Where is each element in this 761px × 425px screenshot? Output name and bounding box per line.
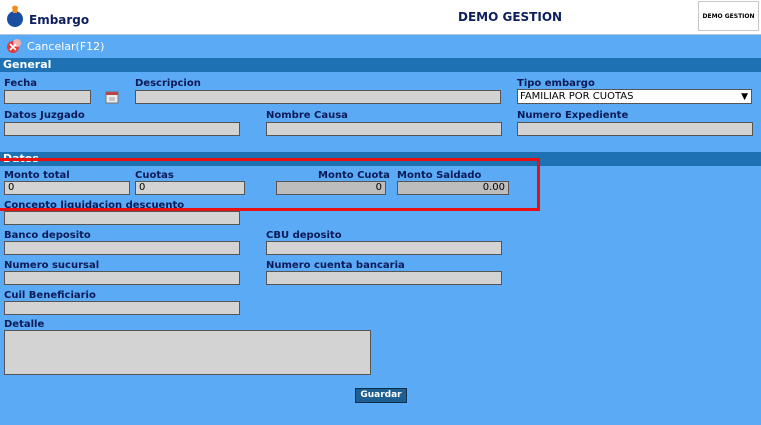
cuil-beneficiario-input[interactable] (4, 301, 240, 315)
fecha-input[interactable] (4, 90, 91, 104)
numero-cuenta-label: Numero cuenta bancaria (266, 260, 405, 271)
tipo-embargo-label: Tipo embargo (517, 78, 595, 89)
cbu-deposito-input[interactable] (266, 241, 502, 255)
highlight-box (0, 158, 540, 211)
section-general-header: General (0, 58, 761, 72)
app-logo-icon (7, 5, 23, 27)
descripcion-label: Descripcion (135, 78, 201, 89)
cancel-button[interactable]: Cancelar(F12) (27, 40, 104, 53)
descripcion-input[interactable] (135, 90, 501, 104)
action-bar: Cancelar(F12) (0, 35, 761, 57)
numero-expediente-label: Numero Expediente (517, 110, 629, 121)
concepto-input[interactable] (4, 211, 240, 225)
numero-sucursal-label: Numero sucursal (4, 260, 100, 271)
numero-sucursal-input[interactable] (4, 271, 240, 285)
banco-deposito-input[interactable] (4, 241, 240, 255)
nombre-causa-label: Nombre Causa (266, 110, 348, 121)
tipo-embargo-select[interactable]: FAMILIAR POR CUOTAS ▼ (517, 89, 752, 104)
datos-juzgado-input[interactable] (4, 122, 240, 136)
tipo-embargo-value: FAMILIAR POR CUOTAS (520, 91, 634, 102)
detalle-label: Detalle (4, 319, 45, 330)
top-bar: Embargo DEMO GESTION DEMO GESTION (0, 0, 761, 35)
page-title: DEMO GESTION (458, 10, 563, 24)
chevron-down-icon: ▼ (741, 92, 748, 102)
calendar-icon[interactable] (104, 89, 120, 105)
fecha-label: Fecha (4, 78, 38, 89)
app-title: Embargo (29, 13, 90, 27)
cuil-beneficiario-label: Cuil Beneficiario (4, 290, 96, 301)
numero-cuenta-input[interactable] (266, 271, 502, 285)
guardar-button[interactable]: Guardar (355, 388, 407, 403)
cbu-deposito-label: CBU deposito (266, 230, 342, 241)
banco-deposito-label: Banco deposito (4, 230, 91, 241)
company-logo: DEMO GESTION (698, 1, 759, 31)
nombre-causa-input[interactable] (266, 122, 502, 136)
detalle-textarea[interactable] (4, 330, 371, 375)
numero-expediente-input[interactable] (517, 122, 753, 136)
datos-juzgado-label: Datos Juzgado (4, 110, 85, 121)
cancel-icon[interactable] (6, 38, 22, 54)
